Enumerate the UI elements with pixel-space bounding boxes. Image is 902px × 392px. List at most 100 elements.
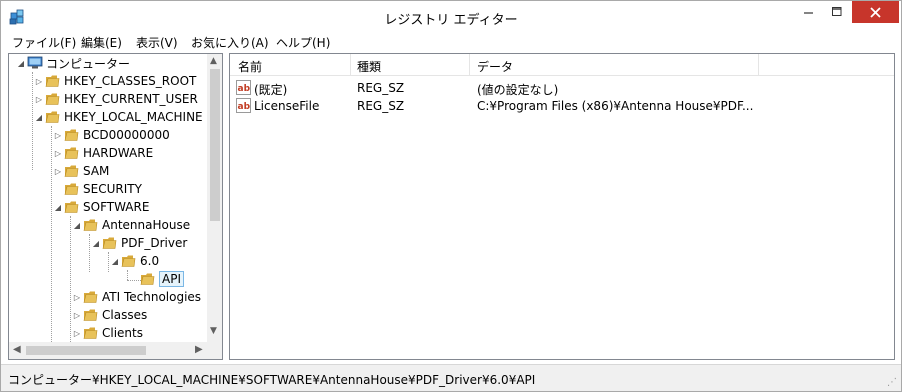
- column-divider[interactable]: [469, 54, 470, 76]
- tree-node-label: Classes: [102, 308, 148, 322]
- tree-node[interactable]: SECURITY: [52, 180, 142, 198]
- key-tree-pane[interactable]: ◢ コンピューター ▷ HKEY_CLASSES_ROOT ▷ HKEY_CURREN…: [8, 53, 223, 360]
- expand-arrow-icon[interactable]: ▷: [71, 329, 83, 338]
- collapse-arrow-icon[interactable]: ◢: [109, 257, 121, 266]
- expand-arrow-icon[interactable]: ▷: [33, 95, 45, 104]
- close-icon: [870, 6, 881, 18]
- list-row[interactable]: ab (既定) REG_SZ (値の設定なし): [230, 79, 894, 97]
- folder-icon: [64, 129, 79, 141]
- column-divider[interactable]: [350, 54, 351, 76]
- resize-grip-icon[interactable]: ⋰: [887, 377, 897, 388]
- tree-node[interactable]: ▷ Classes: [71, 306, 147, 324]
- tree-node[interactable]: ▷ Clients: [71, 324, 143, 342]
- tree-horizontal-scrollbar[interactable]: ◀ ▶: [9, 342, 207, 359]
- menu-bar: ファイル(F) 編集(E) 表示(V) お気に入り(A) ヘルプ(H): [3, 32, 899, 52]
- tree-node-label: AntennaHouse: [102, 218, 191, 232]
- tree-node[interactable]: ◢ 6.0: [109, 252, 159, 270]
- tree-node[interactable]: ▷ SAM: [52, 162, 109, 180]
- column-divider[interactable]: [758, 54, 759, 76]
- scrollbar-thumb[interactable]: [26, 346, 146, 355]
- menu-favorites[interactable]: お気に入り(A): [188, 34, 272, 51]
- scrollbar-thumb[interactable]: [210, 69, 220, 221]
- tree-vertical-scrollbar[interactable]: ▲ ▼: [207, 54, 222, 342]
- folder-icon: [45, 111, 60, 123]
- tree-node[interactable]: ◢ HKEY_LOCAL_MACHINE: [33, 108, 203, 126]
- tree-node[interactable]: ▷ HARDWARE: [52, 144, 153, 162]
- folder-icon: [64, 165, 79, 177]
- scroll-up-icon[interactable]: ▲: [210, 56, 217, 66]
- tree-node-label: HKEY_CLASSES_ROOT: [64, 74, 197, 88]
- expand-arrow-icon[interactable]: ▷: [52, 149, 64, 158]
- close-button[interactable]: [852, 1, 899, 23]
- tree-node[interactable]: ▷ HKEY_CURRENT_USER: [33, 90, 198, 108]
- folder-icon: [83, 291, 98, 303]
- folder-icon: [140, 273, 155, 285]
- collapse-arrow-icon[interactable]: ◢: [90, 239, 102, 248]
- registry-editor-window: レジストリ エディター ファイル(F) 編集(E) 表示(V) お気に入り(A)…: [0, 0, 902, 392]
- status-bar: コンピューター¥HKEY_LOCAL_MACHINE¥SOFTWARE¥Ante…: [1, 364, 901, 391]
- tree-node-label: SAM: [83, 164, 110, 178]
- list-header: 名前 種類 データ: [230, 54, 894, 76]
- value-type: REG_SZ: [357, 81, 405, 95]
- expand-arrow-icon[interactable]: ▷: [33, 77, 45, 86]
- collapse-arrow-icon[interactable]: ◢: [52, 203, 64, 212]
- window-title: レジストリ エディター: [384, 13, 518, 28]
- tree-node[interactable]: ▷ ATI Technologies: [71, 288, 201, 306]
- expand-arrow-icon[interactable]: ▷: [52, 167, 64, 176]
- collapse-arrow-icon[interactable]: ◢: [71, 221, 83, 230]
- column-header-name[interactable]: 名前: [238, 58, 262, 75]
- tree-node[interactable]: ◢ SOFTWARE: [52, 198, 150, 216]
- folder-icon: [83, 219, 98, 231]
- title-bar[interactable]: レジストリ エディター: [1, 1, 901, 32]
- tree-node-label: ATI Technologies: [102, 290, 202, 304]
- expand-arrow-icon[interactable]: ▷: [71, 293, 83, 302]
- column-header-type[interactable]: 種類: [357, 58, 381, 75]
- tree-node[interactable]: ▷ BCD00000000: [52, 126, 170, 144]
- scroll-right-icon[interactable]: ▶: [195, 344, 203, 355]
- tree-node[interactable]: API: [128, 270, 184, 288]
- tree-node[interactable]: ◢ AntennaHouse: [71, 216, 190, 234]
- value-type: REG_SZ: [357, 99, 405, 113]
- list-row[interactable]: ab LicenseFile REG_SZ C:¥Program Files (…: [230, 97, 894, 115]
- tree-node-label: Clients: [102, 326, 143, 340]
- menu-view[interactable]: 表示(V): [133, 34, 181, 51]
- maximize-button[interactable]: [823, 1, 851, 23]
- folder-icon: [64, 183, 79, 195]
- scroll-down-icon[interactable]: ▼: [210, 326, 217, 336]
- expand-arrow-icon[interactable]: ▷: [52, 131, 64, 140]
- folder-icon: [102, 237, 117, 249]
- maximize-icon: [832, 7, 842, 16]
- value-name: LicenseFile: [254, 99, 320, 113]
- tree-node-label: HKEY_CURRENT_USER: [64, 92, 198, 106]
- tree-node-label: SECURITY: [83, 182, 142, 196]
- computer-icon: [27, 56, 43, 69]
- value-data: C:¥Program Files (x86)¥Antenna House¥PDF…: [477, 99, 754, 113]
- tree-node[interactable]: ◢ PDF_Driver: [90, 234, 187, 252]
- menu-edit[interactable]: 編集(E): [78, 34, 125, 51]
- collapse-arrow-icon[interactable]: ◢: [33, 113, 45, 122]
- menu-help[interactable]: ヘルプ(H): [273, 34, 333, 51]
- string-value-icon: ab: [236, 80, 251, 95]
- menu-file[interactable]: ファイル(F): [9, 34, 79, 51]
- minimize-icon: [804, 12, 813, 14]
- minimize-button[interactable]: [795, 1, 823, 23]
- values-list-pane[interactable]: 名前 種類 データ ab (既定) REG_SZ (値の設定なし) ab Lic…: [229, 53, 895, 360]
- expand-arrow-icon[interactable]: ▷: [71, 311, 83, 320]
- tree-node-label: PDF_Driver: [121, 236, 188, 250]
- collapse-arrow-icon[interactable]: ◢: [15, 59, 27, 68]
- folder-icon: [45, 75, 60, 87]
- value-name: (既定): [254, 83, 288, 97]
- tree-node-computer[interactable]: ◢ コンピューター: [15, 54, 130, 72]
- scroll-left-icon[interactable]: ◀: [13, 344, 21, 355]
- svg-text:ab: ab: [238, 84, 251, 94]
- string-value-icon: ab: [236, 98, 251, 113]
- tree-node-label: コンピューター: [46, 56, 131, 71]
- tree-node-label: SOFTWARE: [83, 200, 150, 214]
- tree-node[interactable]: ▷ HKEY_CLASSES_ROOT: [33, 72, 196, 90]
- scrollbar-corner: [207, 342, 222, 359]
- folder-icon: [64, 201, 79, 213]
- folder-icon: [83, 327, 98, 339]
- tree-node-label: BCD00000000: [83, 128, 170, 142]
- current-key-path: コンピューター¥HKEY_LOCAL_MACHINE¥SOFTWARE¥Ante…: [8, 373, 536, 387]
- column-header-data[interactable]: データ: [477, 58, 513, 75]
